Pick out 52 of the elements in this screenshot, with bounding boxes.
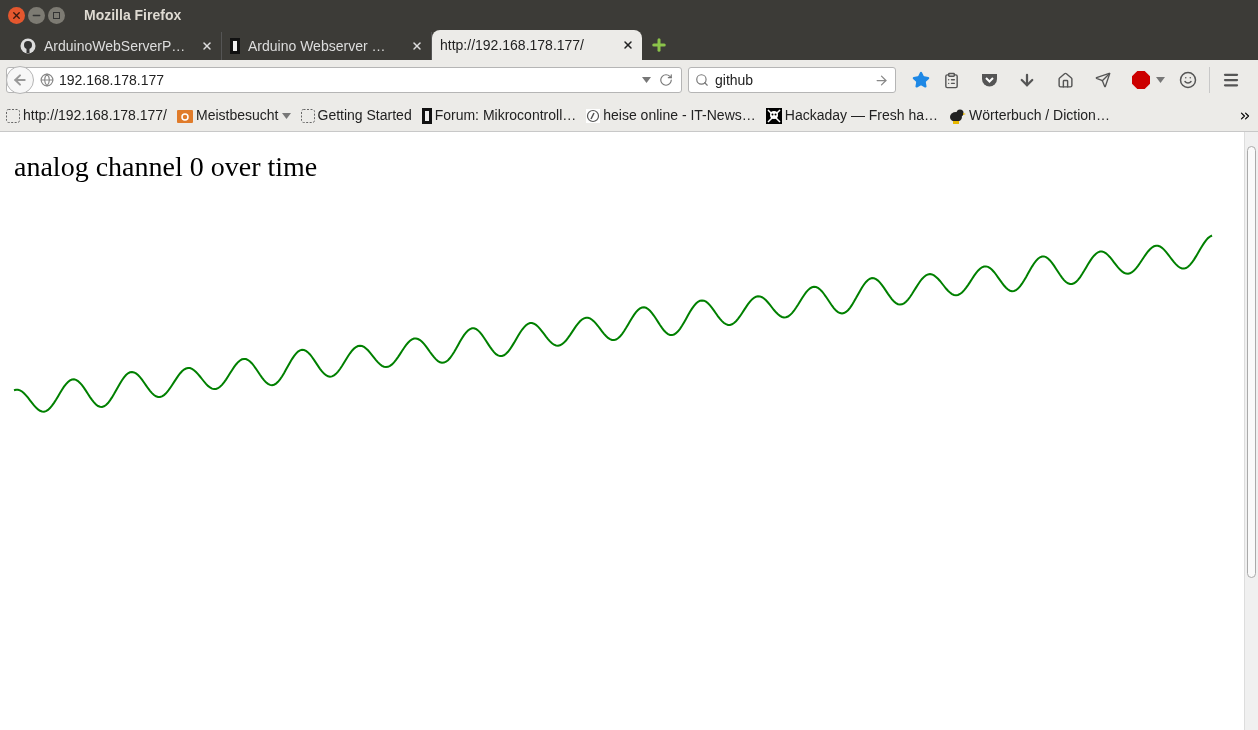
dropdown-icon[interactable] [642, 77, 651, 83]
bookmark-item[interactable]: heise online - IT-News… [586, 105, 756, 126]
at-sign-icon [586, 108, 601, 123]
new-tab-icon[interactable] [650, 36, 668, 54]
home-icon [1056, 71, 1074, 89]
close-icon [11, 9, 22, 21]
close-button[interactable] [8, 6, 25, 24]
bookmark-item[interactable]: http://192.168.178.177/ [6, 105, 167, 126]
search-icon [695, 73, 709, 87]
smiley-icon [1179, 71, 1197, 89]
bookmark-item[interactable]: Wörterbuch / Diction… [948, 105, 1110, 126]
paper-plane-icon [1095, 72, 1111, 88]
page-icon [6, 108, 20, 123]
tab-title: ArduinoWebServerP… [44, 36, 187, 56]
search-input[interactable]: github [715, 69, 868, 91]
close-tab-icon[interactable] [622, 39, 634, 51]
download-icon [1018, 71, 1036, 89]
back-button[interactable] [6, 66, 34, 94]
go-icon[interactable] [874, 72, 889, 88]
bookmark-item[interactable]: Getting Started [300, 105, 412, 126]
scrollbar[interactable] [1244, 132, 1258, 730]
bird-icon [948, 107, 967, 124]
star-icon [912, 71, 930, 89]
bookmark-item[interactable]: Hackaday — Fresh ha… [765, 105, 939, 126]
minimize-button[interactable] [28, 6, 45, 24]
address-bar[interactable]: 192.168.178.177 [6, 67, 682, 93]
square-icon [53, 11, 60, 19]
window-title: Mozilla Firefox [84, 5, 182, 25]
menu-icon [1222, 71, 1240, 89]
globe-icon [40, 73, 54, 87]
close-tab-icon[interactable] [201, 40, 213, 52]
skull-icon [765, 107, 782, 124]
tab-title: Arduino Webserver … [248, 36, 387, 56]
maximize-button[interactable] [48, 6, 65, 24]
dropdown-icon [281, 112, 291, 119]
url-input[interactable]: 192.168.178.177 [59, 69, 642, 91]
page-heading: analog channel 0 over time [13, 150, 319, 184]
bookmark-item[interactable]: Meistbesucht [177, 105, 291, 126]
pocket-icon [980, 72, 998, 88]
dropdown-icon[interactable] [1156, 77, 1165, 83]
stop-sign-icon [1132, 71, 1150, 89]
clipboard-list-icon [942, 71, 960, 89]
search-field[interactable]: github [688, 67, 896, 93]
chip-icon [421, 107, 432, 124]
tab-title: http://192.168.178.177/ [440, 35, 585, 55]
folder-icon [177, 108, 193, 123]
page-icon [300, 108, 315, 123]
bookmark-item[interactable]: Forum: Mikrocontroll… [421, 105, 577, 126]
chip-icon [230, 38, 240, 54]
close-tab-icon[interactable] [411, 40, 423, 52]
browser-tab[interactable]: http://192.168.178.177/ [432, 30, 642, 60]
reload-icon[interactable] [659, 73, 673, 87]
